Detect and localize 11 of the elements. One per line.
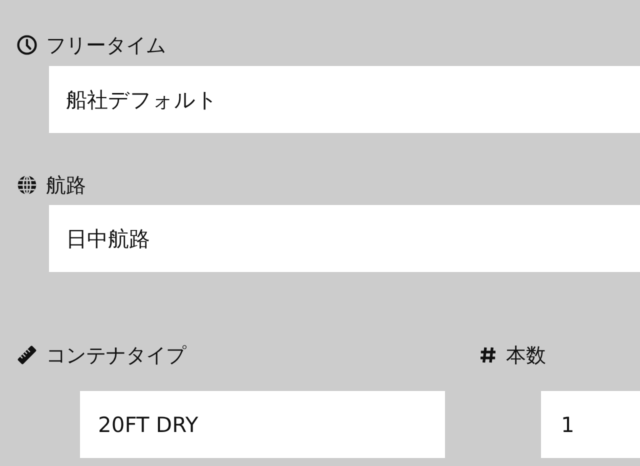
globe-icon bbox=[16, 174, 38, 196]
clock-icon bbox=[16, 34, 38, 56]
field-label: コンテナタイプ bbox=[46, 342, 186, 368]
field-label: フリータイム bbox=[46, 32, 166, 58]
input-field[interactable]: 日中航路 bbox=[49, 205, 640, 272]
field-label: 航路 bbox=[46, 172, 86, 198]
field-label: 本数 bbox=[506, 342, 546, 368]
input-field[interactable]: 1 bbox=[541, 391, 640, 458]
input-field[interactable]: 20FT DRY bbox=[80, 391, 445, 458]
input-field[interactable]: 船社デフォルト bbox=[49, 66, 640, 133]
hash-icon bbox=[478, 345, 498, 365]
